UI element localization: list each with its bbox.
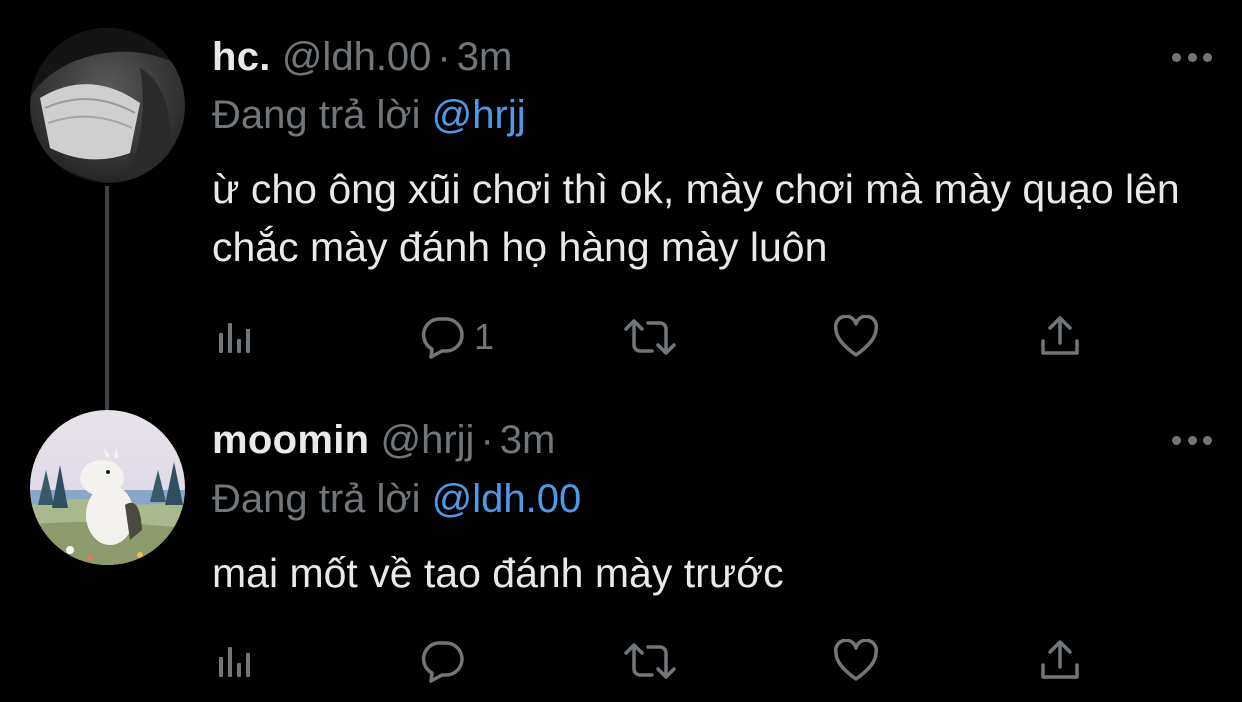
replying-to-label: Đang trả lời [212,477,421,521]
share-button[interactable] [1038,636,1082,686]
like-button[interactable] [832,636,880,686]
views-button[interactable] [216,636,256,686]
reply-button[interactable] [418,636,474,686]
reply-button[interactable]: 1 [418,312,494,362]
reply-mention-link[interactable]: @ldh.00 [432,477,582,521]
share-button[interactable] [1038,312,1082,362]
views-icon [219,647,250,677]
separator-dot: · [437,35,451,79]
reply-icon [421,317,464,359]
separator-dot: · [480,418,494,462]
retweet-button[interactable] [622,636,678,686]
share-icon [1041,640,1079,679]
tweet-header: moomin @hrjj · 3m [212,415,555,465]
reply-icon [421,641,464,683]
tweet-actions: 1 [212,312,1092,362]
retweet-button[interactable] [622,312,678,362]
like-icon [833,639,879,681]
retweet-icon [624,319,676,355]
replying-to: Đang trả lời @hrjj [212,90,526,140]
timestamp[interactable]: 3m [500,418,556,462]
user-handle[interactable]: @hrjj [380,418,474,462]
tweet: hc. @ldh.00 · 3m Đang trả lời @hrjj ừ cho … [0,0,1242,380]
views-icon [219,323,250,353]
more-options-icon[interactable] [1172,50,1212,64]
tweet-actions [212,636,1092,686]
views-button[interactable] [216,312,256,362]
share-icon [1041,316,1079,355]
more-options-icon[interactable] [1172,433,1212,447]
like-icon [833,315,879,357]
tweet-text: ừ cho ông xũi chơi thì ok, mày chơi mà m… [212,166,1180,270]
user-handle[interactable]: @ldh.00 [282,35,432,79]
avatar[interactable] [30,410,185,565]
display-name[interactable]: hc. [212,35,271,79]
display-name[interactable]: moomin [212,418,369,462]
reply-count: 1 [474,316,495,357]
avatar[interactable] [30,28,185,183]
retweet-icon [624,643,676,679]
tweet: moomin @hrjj · 3m Đang trả lời @ldh.00 mai… [0,380,1242,702]
replying-to-label: Đang trả lời [212,93,421,137]
tweet-header: hc. @ldh.00 · 3m [212,32,512,82]
replying-to: Đang trả lời @ldh.00 [212,474,581,524]
reply-mention-link[interactable]: @hrjj [432,93,526,137]
tweet-text: mai mốt về tao đánh mày trước [212,550,784,596]
like-button[interactable] [832,312,880,362]
timestamp[interactable]: 3m [457,35,513,79]
